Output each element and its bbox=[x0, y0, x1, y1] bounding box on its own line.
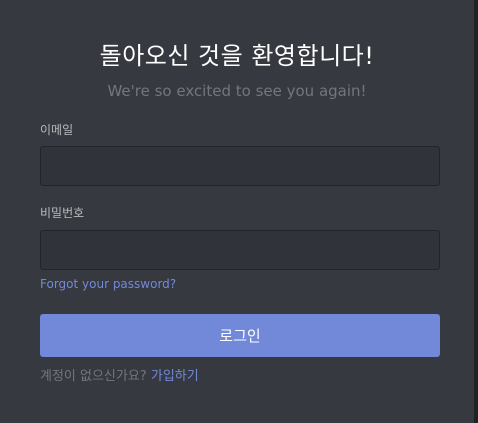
email-input[interactable] bbox=[40, 146, 440, 186]
login-button[interactable]: 로그인 bbox=[40, 314, 440, 357]
forgot-password-link[interactable]: Forgot your password? bbox=[40, 276, 176, 292]
welcome-subtitle: We're so excited to see you again! bbox=[107, 82, 367, 100]
need-account-text: 계정이 없으신가요? bbox=[40, 369, 147, 384]
email-label: 이메일 bbox=[40, 123, 74, 137]
welcome-title: 돌아오신 것을 환영합니다! bbox=[99, 42, 375, 70]
password-label: 비밀번호 bbox=[40, 206, 85, 220]
register-link[interactable]: 가입하기 bbox=[151, 369, 199, 384]
panel-edge bbox=[474, 0, 478, 423]
password-input[interactable] bbox=[40, 230, 440, 270]
register-prompt: 계정이 없으신가요? 가입하기 bbox=[40, 368, 199, 386]
login-panel: 돌아오신 것을 환영합니다! We're so excited to see y… bbox=[0, 0, 474, 423]
